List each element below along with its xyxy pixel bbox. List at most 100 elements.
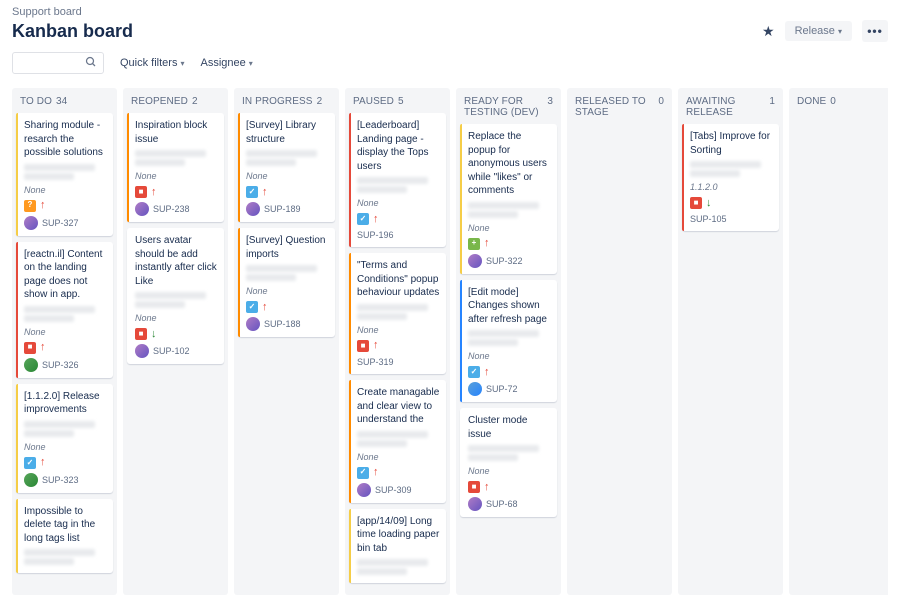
issue-key[interactable]: SUP-72 (486, 383, 518, 395)
card-version: None (24, 326, 107, 338)
avatar (24, 358, 38, 372)
card-title: [app/14/09] Long time loading paper bin … (357, 515, 440, 556)
card-title: [Survey] Library structure (246, 119, 329, 146)
issue-key[interactable]: SUP-322 (486, 255, 523, 267)
kanban-card[interactable]: [app/14/09] Long time loading paper bin … (349, 509, 446, 584)
search-input[interactable] (19, 57, 85, 69)
priority-icon: ↑ (484, 482, 490, 493)
priority-icon: ↑ (40, 200, 46, 211)
avatar (24, 216, 38, 230)
chevron-down-icon: ▾ (180, 59, 184, 68)
card-version: None (246, 285, 329, 297)
priority-icon: ↑ (484, 367, 490, 378)
column-header: TO DO 34 (16, 94, 113, 113)
column-name: PAUSED (353, 96, 394, 107)
avatar (246, 317, 260, 331)
avatar (468, 382, 482, 396)
column-name: DONE (797, 96, 826, 107)
kanban-card[interactable]: [Survey] Library structureNone✓↑SUP-189 (238, 113, 335, 222)
issue-key[interactable]: SUP-188 (264, 318, 301, 330)
assignee-dropdown[interactable]: Assignee▾ (200, 57, 252, 69)
breadcrumb[interactable]: Support board (12, 6, 888, 18)
column-count: 3 (547, 96, 553, 118)
priority-icon: ↑ (484, 238, 490, 249)
avatar (24, 473, 38, 487)
kanban-column: TO DO 34 Sharing module - resarch the pos… (12, 88, 117, 595)
card-version: None (357, 451, 440, 463)
kanban-card[interactable]: [Tabs] Improve for Sorting1.1.2.0■↓SUP-1… (682, 124, 779, 231)
kanban-card[interactable]: Users avatar should be add instantly aft… (127, 228, 224, 364)
column-count: 5 (398, 96, 404, 107)
priority-icon: ↑ (373, 340, 379, 351)
star-icon[interactable]: ★ (762, 23, 775, 40)
issue-type-icon: ■ (690, 197, 702, 209)
issue-key[interactable]: SUP-102 (153, 345, 190, 357)
kanban-column: AWAITING RELEASE 1 [Tabs] Improve for Sor… (678, 88, 783, 595)
avatar (246, 202, 260, 216)
kanban-column: READY FOR TESTING (DEV) 3 Replace the pop… (456, 88, 561, 595)
kanban-card[interactable]: "Terms and Conditions" popup behaviour u… (349, 253, 446, 374)
card-version: None (468, 465, 551, 477)
priority-icon: ↓ (151, 329, 157, 340)
issue-key[interactable]: SUP-323 (42, 474, 79, 486)
column-count: 1 (769, 96, 775, 118)
card-title: Replace the popup for anonymous users wh… (468, 130, 551, 198)
issue-key[interactable]: SUP-327 (42, 217, 79, 229)
quick-filters-dropdown[interactable]: Quick filters▾ (120, 57, 184, 69)
search-input-wrapper[interactable] (12, 52, 104, 74)
column-name: AWAITING RELEASE (686, 96, 765, 118)
kanban-card[interactable]: Impossible to delete tag in the long tag… (16, 499, 113, 574)
kanban-column: REOPENED 2Inspiration block issueNone■↑S… (123, 88, 228, 595)
card-title: Cluster mode issue (468, 414, 551, 441)
card-version: None (357, 197, 440, 209)
priority-icon: ↑ (373, 214, 379, 225)
issue-key[interactable]: SUP-189 (264, 203, 301, 215)
kanban-card[interactable]: [Edit mode] Changes shown after refresh … (460, 280, 557, 403)
column-count: 0 (830, 96, 836, 107)
card-title: Sharing module - resarch the possible so… (24, 119, 107, 160)
kanban-card[interactable]: Cluster mode issueNone■↑SUP-68 (460, 408, 557, 517)
avatar (135, 344, 149, 358)
issue-key[interactable]: SUP-238 (153, 203, 190, 215)
issue-type-icon: ✓ (246, 186, 258, 198)
column-header: IN PROGRESS 2 (238, 94, 335, 113)
issue-type-icon: + (468, 238, 480, 250)
column-count: 2 (192, 96, 198, 107)
avatar (357, 483, 371, 497)
card-version: None (246, 170, 329, 182)
issue-key[interactable]: SUP-309 (375, 484, 412, 496)
card-version: None (135, 170, 218, 182)
issue-key[interactable]: SUP-105 (690, 213, 727, 225)
kanban-card[interactable]: [reactn.il] Content on the landing page … (16, 242, 113, 378)
kanban-column: PAUSED 5 [Leaderboard] Landing page - dis… (345, 88, 450, 595)
release-button[interactable]: Release ▾ (785, 21, 852, 41)
column-header: PAUSED 5 (349, 94, 446, 113)
priority-icon: ↑ (373, 467, 379, 478)
issue-key[interactable]: SUP-68 (486, 498, 518, 510)
kanban-card[interactable]: [Leaderboard] Landing page - display the… (349, 113, 446, 247)
issue-key[interactable]: SUP-196 (357, 229, 394, 241)
column-count: 0 (658, 96, 664, 118)
card-title: [Leaderboard] Landing page - display the… (357, 119, 440, 173)
priority-icon: ↑ (40, 342, 46, 353)
issue-type-icon: ✓ (357, 213, 369, 225)
more-button[interactable]: ••• (862, 20, 888, 42)
kanban-card[interactable]: Replace the popup for anonymous users wh… (460, 124, 557, 274)
column-header: DONE 0 (793, 94, 888, 113)
issue-key[interactable]: SUP-319 (357, 356, 394, 368)
kanban-card[interactable]: Create managable and clear view to under… (349, 380, 446, 503)
card-title: [Survey] Question imports (246, 234, 329, 261)
issue-key[interactable]: SUP-326 (42, 359, 79, 371)
column-header: REOPENED 2 (127, 94, 224, 113)
column-header: READY FOR TESTING (DEV) 3 (460, 94, 557, 124)
kanban-card[interactable]: Inspiration block issueNone■↑SUP-238 (127, 113, 224, 222)
card-version: 1.1.2.0 (690, 181, 773, 193)
column-header: RELEASED TO STAGE 0 (571, 94, 668, 124)
kanban-card[interactable]: [1.1.2.0] Release improvementsNone✓↑SUP-… (16, 384, 113, 493)
kanban-card[interactable]: Sharing module - resarch the possible so… (16, 113, 113, 236)
priority-icon: ↑ (40, 457, 46, 468)
card-title: [Tabs] Improve for Sorting (690, 130, 773, 157)
page-title: Kanban board (12, 21, 133, 42)
card-title: [1.1.2.0] Release improvements (24, 390, 107, 417)
kanban-card[interactable]: [Survey] Question importsNone✓↑SUP-188 (238, 228, 335, 337)
